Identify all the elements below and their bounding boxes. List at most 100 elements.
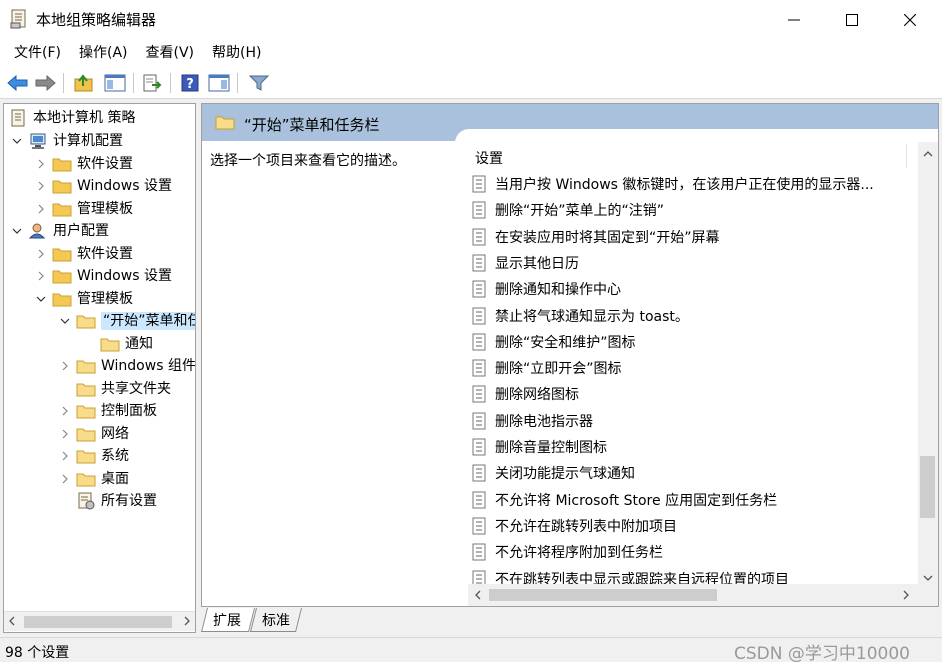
filter-icon [249,75,269,91]
tree-item-shared-folders[interactable]: 共享文件夹 [76,378,171,400]
setting-row[interactable]: 删除“安全和维护”图标 [471,329,636,355]
scroll-left-icon[interactable] [8,615,16,631]
maximize-icon [846,13,858,26]
setting-row[interactable]: 在安装应用时将其固定到“开始”屏幕 [471,224,720,250]
minimize-button[interactable] [771,0,817,39]
setting-row[interactable]: 删除“开始”菜单上的“注销” [471,197,664,223]
chevron-right-icon[interactable] [58,427,72,441]
setting-row[interactable]: 禁止将气球通知显示为 toast。 [471,303,689,329]
chevron-right-icon[interactable] [58,404,72,418]
column-header-settings[interactable]: 设置 [475,148,503,168]
scrollbar-thumb[interactable] [920,456,935,518]
tree-item-uc-windows[interactable]: Windows 设置 [34,265,172,287]
chevron-down-icon[interactable] [10,134,24,148]
tree-item-cc-software[interactable]: 软件设置 [34,153,133,175]
tree-item-desktop[interactable]: 桌面 [58,468,129,490]
tree-item-label: 通知 [125,336,153,352]
chevron-right-icon[interactable] [34,269,48,283]
scrollbar-thumb[interactable] [489,589,717,601]
chevron-right-icon[interactable] [34,179,48,193]
tree-item-label: 软件设置 [77,156,133,172]
chevron-down-icon[interactable] [58,314,72,328]
setting-row[interactable]: 显示其他日历 [471,250,579,276]
chevron-right-icon[interactable] [58,472,72,486]
tree-item-label: 软件设置 [77,246,133,262]
maximize-button[interactable] [829,0,875,39]
tree-item-root[interactable]: 本地计算机 策略 [8,107,135,129]
chevron-down-icon[interactable] [10,224,24,238]
setting-row[interactable]: 删除通知和操作中心 [471,276,621,302]
folder-icon [76,426,96,442]
chevron-right-icon[interactable] [58,359,72,373]
folder-icon [76,471,96,487]
tab-standard[interactable]: 标准 [250,608,302,632]
scrollbar-thumb[interactable] [24,616,172,628]
scroll-right-icon[interactable] [902,589,910,605]
setting-row[interactable]: 不允许在跳转列表中附加项目 [471,513,677,539]
tree-item-notify[interactable]: 通知 [100,333,153,355]
tree-item-user-config[interactable]: 用户配置 [10,220,109,242]
folder-icon [52,156,72,172]
settings-horizontal-scrollbar[interactable] [468,584,918,606]
setting-row[interactable]: 删除音量控制图标 [471,434,607,460]
scroll-up-icon[interactable] [923,146,933,162]
chevron-right-icon[interactable] [58,449,72,463]
tree-item-all-settings[interactable]: 所有设置 [76,490,157,512]
setting-label: 在安装应用时将其固定到“开始”屏幕 [495,229,720,246]
setting-row[interactable]: 不允许将 Microsoft Store 应用固定到任务栏 [471,487,777,513]
tree-item-control-panel[interactable]: 控制面板 [58,400,157,422]
policy-setting-icon [471,438,487,456]
tree-item-label: Windows 设置 [77,178,172,194]
back-button[interactable] [6,72,30,94]
chevron-right-icon[interactable] [34,157,48,171]
setting-row[interactable]: 不允许将程序附加到任务栏 [471,539,663,565]
tree-item-network[interactable]: 网络 [58,423,129,445]
tree-item-uc-software[interactable]: 软件设置 [34,243,133,265]
tree-item-cc-windows[interactable]: Windows 设置 [34,175,172,197]
setting-row[interactable]: 删除网络图标 [471,381,579,407]
tree-item-start-menu[interactable]: “开始”菜单和任 [58,310,195,332]
close-button[interactable] [887,0,933,39]
details-header-title: “开始”菜单和任务栏 [244,116,380,134]
setting-label: 禁止将气球通知显示为 toast。 [495,308,689,325]
column-separator[interactable] [906,144,907,168]
setting-row[interactable]: 删除电池指示器 [471,408,593,434]
filter-button[interactable] [247,72,271,94]
chevron-right-icon[interactable] [34,247,48,261]
forward-button[interactable] [33,72,57,94]
setting-row[interactable]: 删除“立即开会”图标 [471,355,622,381]
setting-row[interactable]: 当用户按 Windows 徽标键时，在该用户正在使用的显示器... [471,171,874,197]
tree-item-computer-config[interactable]: 计算机配置 [10,130,123,152]
show-hide-tree-button[interactable] [103,72,127,94]
policy-setting-icon [471,307,487,325]
toolbar-separator [133,73,134,93]
scroll-right-icon[interactable] [183,615,191,631]
chevron-right-icon[interactable] [34,202,48,216]
policy-setting-icon [471,228,487,246]
up-folder-button[interactable] [72,72,96,94]
folder-icon [76,358,96,374]
tree-pane[interactable]: 本地计算机 策略 计算机配置 软件设置 Windows 设置 管理模板 用户配置… [3,103,196,633]
tree-item-cc-admin[interactable]: 管理模板 [34,198,133,220]
tree-item-system[interactable]: 系统 [58,445,129,467]
export-list-button[interactable] [140,72,164,94]
settings-vertical-scrollbar[interactable] [918,142,938,584]
scroll-left-icon[interactable] [474,589,482,605]
tree-item-win-components[interactable]: Windows 组件 [58,355,195,377]
setting-row[interactable]: 关闭功能提示气球通知 [471,460,635,486]
tree-item-label: 管理模板 [77,201,133,217]
chevron-down-icon[interactable] [34,292,48,306]
tab-extended[interactable]: 扩展 [201,608,255,632]
properties-pane-button[interactable] [207,72,231,94]
menu-file[interactable]: 文件(F) [6,41,69,65]
tree-horizontal-scrollbar[interactable] [4,611,195,631]
export-list-icon [143,74,162,92]
tree-item-label: 管理模板 [77,291,133,307]
menu-view[interactable]: 查看(V) [138,41,203,65]
help-button[interactable]: ? [178,72,202,94]
tree-item-uc-admin[interactable]: 管理模板 [34,288,133,310]
policy-setting-icon [471,254,487,272]
menu-action[interactable]: 操作(A) [71,41,136,65]
menu-bar: 文件(F) 操作(A) 查看(V) 帮助(H) [0,39,942,67]
menu-help[interactable]: 帮助(H) [204,41,269,65]
